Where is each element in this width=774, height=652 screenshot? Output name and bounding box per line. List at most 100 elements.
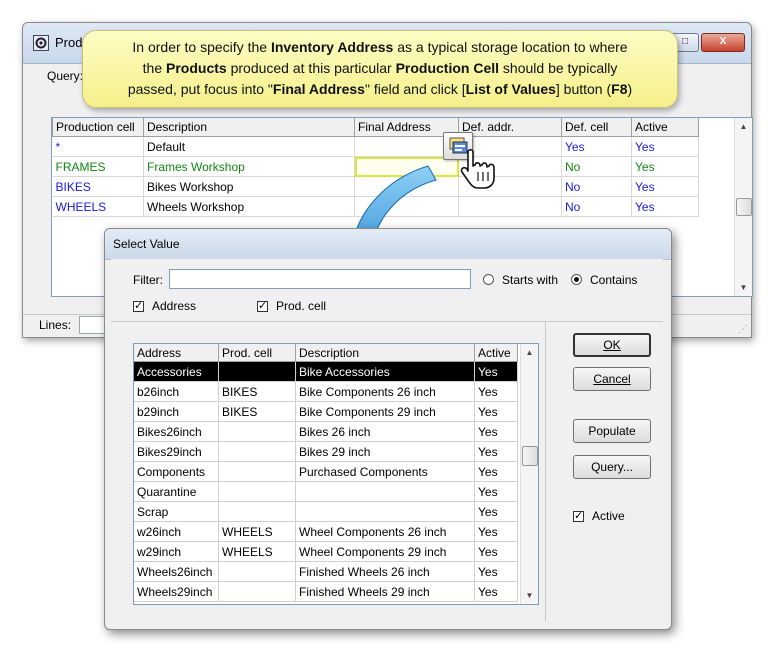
cell-address[interactable]: Bikes26inch — [134, 421, 219, 442]
table-row[interactable]: Scrap Yes — [134, 501, 518, 522]
cell-prod-cell[interactable] — [218, 561, 296, 582]
cell-def-cell[interactable]: No — [561, 196, 632, 217]
cell-production-cell[interactable]: * — [52, 136, 144, 157]
cell-address[interactable]: Wheels29inch — [134, 581, 219, 602]
cell-active[interactable]: Yes — [474, 381, 518, 402]
cell-def-addr[interactable] — [458, 196, 562, 217]
grid-vertical-scrollbar[interactable]: ▲ ▼ — [734, 118, 752, 296]
cell-active[interactable]: Yes — [474, 501, 518, 522]
cell-description[interactable]: Bike Components 26 inch — [295, 381, 475, 402]
cell-address[interactable]: Scrap — [134, 501, 219, 522]
cell-active[interactable]: Yes — [474, 361, 518, 382]
resize-grip-icon[interactable]: ⋰ — [738, 324, 748, 335]
table-row[interactable]: Wheels26inch Finished Wheels 26 inch Yes — [134, 561, 518, 582]
table-row[interactable]: Bikes29inch Bikes 29 inch Yes — [134, 441, 518, 462]
table-row[interactable]: b29inch BIKES Bike Components 29 inch Ye… — [134, 401, 518, 422]
cell-description[interactable]: Finished Wheels 26 inch — [295, 561, 475, 582]
cell-def-cell[interactable]: No — [561, 176, 632, 197]
scroll-up-icon[interactable]: ▲ — [735, 118, 752, 135]
cell-description[interactable]: Finished Wheels 29 inch — [295, 581, 475, 602]
addresses-grid[interactable]: Address Prod. cell Description Active Ac… — [133, 343, 539, 605]
cell-def-cell[interactable]: Yes — [561, 136, 632, 157]
col-address[interactable]: Address — [134, 344, 219, 362]
scroll-down-icon[interactable]: ▼ — [521, 587, 538, 604]
cell-active[interactable]: Yes — [631, 176, 699, 197]
active-checkbox[interactable]: ✓ — [573, 511, 584, 522]
cell-description[interactable]: Purchased Components — [295, 461, 475, 482]
table-row[interactable]: w26inch WHEELS Wheel Components 26 inch … — [134, 521, 518, 542]
cell-active[interactable]: Yes — [631, 156, 699, 177]
scroll-down-icon[interactable]: ▼ — [735, 279, 752, 296]
dialog-titlebar[interactable]: Select Value — [105, 229, 671, 260]
cell-address[interactable]: Components — [134, 461, 219, 482]
cell-active[interactable]: Yes — [474, 541, 518, 562]
cell-prod-cell[interactable] — [218, 461, 296, 482]
cell-active[interactable]: Yes — [631, 196, 699, 217]
close-button[interactable]: X — [701, 33, 745, 52]
cell-address[interactable]: Accessories — [134, 361, 219, 382]
cell-description[interactable]: Bike Accessories — [295, 361, 475, 382]
cell-description[interactable]: Default — [143, 136, 355, 157]
cell-description[interactable] — [295, 501, 475, 522]
table-row-selected[interactable]: Accessories Bike Accessories Yes — [134, 361, 518, 382]
cell-prod-cell[interactable] — [218, 421, 296, 442]
table-row[interactable]: Components Purchased Components Yes — [134, 461, 518, 482]
cell-active[interactable]: Yes — [474, 421, 518, 442]
prod-cell-checkbox[interactable]: ✓ — [257, 301, 268, 312]
cell-active[interactable]: Yes — [474, 521, 518, 542]
cell-production-cell[interactable]: BIKES — [52, 176, 144, 197]
cell-production-cell[interactable]: WHEELS — [52, 196, 144, 217]
scroll-up-icon[interactable]: ▲ — [521, 344, 538, 361]
col-active[interactable]: Active — [631, 118, 699, 137]
cell-prod-cell[interactable] — [218, 501, 296, 522]
cell-description[interactable]: Wheel Components 26 inch — [295, 521, 475, 542]
ok-button[interactable]: OK — [573, 333, 651, 357]
cell-active[interactable]: Yes — [474, 461, 518, 482]
starts-with-radio[interactable] — [483, 274, 494, 285]
cell-active[interactable]: Yes — [474, 481, 518, 502]
cell-def-cell[interactable]: No — [561, 156, 632, 177]
col-def-cell[interactable]: Def. cell — [561, 118, 632, 137]
cell-address[interactable]: b26inch — [134, 381, 219, 402]
col-description[interactable]: Description — [295, 344, 475, 362]
cell-prod-cell[interactable]: WHEELS — [218, 541, 296, 562]
query-button[interactable]: Query... — [573, 455, 651, 479]
cell-address[interactable]: w29inch — [134, 541, 219, 562]
table-row[interactable]: w29inch WHEELS Wheel Components 29 inch … — [134, 541, 518, 562]
cell-address[interactable]: b29inch — [134, 401, 219, 422]
cell-production-cell[interactable]: FRAMES — [52, 156, 144, 177]
cell-active[interactable]: Yes — [474, 401, 518, 422]
cell-address[interactable]: Wheels26inch — [134, 561, 219, 582]
table-row[interactable]: Bikes26inch Bikes 26 inch Yes — [134, 421, 518, 442]
cell-description[interactable]: Bikes 26 inch — [295, 421, 475, 442]
cell-prod-cell[interactable]: BIKES — [218, 401, 296, 422]
col-def-addr[interactable]: Def. addr. — [458, 118, 562, 137]
cell-active[interactable]: Yes — [631, 136, 699, 157]
scroll-thumb[interactable] — [736, 198, 752, 216]
cell-address[interactable]: Quarantine — [134, 481, 219, 502]
cell-description[interactable]: Wheel Components 29 inch — [295, 541, 475, 562]
cell-active[interactable]: Yes — [474, 581, 518, 602]
table-row[interactable]: Wheels29inch Finished Wheels 29 inch Yes — [134, 581, 518, 602]
contains-radio[interactable] — [571, 274, 582, 285]
col-description[interactable]: Description — [143, 118, 355, 137]
cell-active[interactable]: Yes — [474, 441, 518, 462]
table-row[interactable]: Quarantine Yes — [134, 481, 518, 502]
cell-prod-cell[interactable]: BIKES — [218, 381, 296, 402]
populate-button[interactable]: Populate — [573, 419, 651, 443]
cell-address[interactable]: Bikes29inch — [134, 441, 219, 462]
address-checkbox[interactable]: ✓ — [133, 301, 144, 312]
col-active[interactable]: Active — [474, 344, 518, 362]
cell-address[interactable]: w26inch — [134, 521, 219, 542]
cell-description[interactable]: Bike Components 29 inch — [295, 401, 475, 422]
scroll-thumb[interactable] — [522, 446, 538, 466]
cell-prod-cell[interactable] — [218, 361, 296, 382]
cell-prod-cell[interactable] — [218, 581, 296, 602]
cell-description[interactable] — [295, 481, 475, 502]
cell-prod-cell[interactable] — [218, 441, 296, 462]
grid-vertical-scrollbar[interactable]: ▲ ▼ — [520, 344, 538, 604]
cell-prod-cell[interactable] — [218, 481, 296, 502]
table-row[interactable]: * Default Yes Yes — [52, 136, 699, 157]
col-prod-cell[interactable]: Prod. cell — [218, 344, 296, 362]
filter-input[interactable] — [169, 269, 471, 289]
